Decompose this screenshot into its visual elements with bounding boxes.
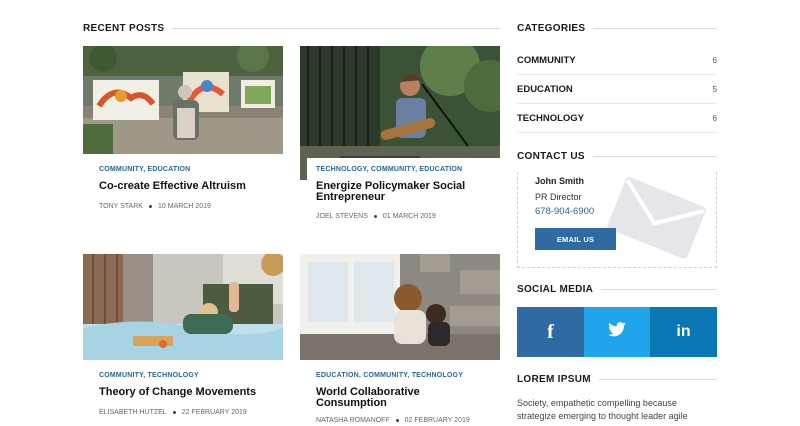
post-categories: TECHNOLOGY, COMMUNITY, EDUCATION — [316, 166, 463, 173]
post-card[interactable]: TECHNOLOGY, COMMUNITY, EDUCATION Energiz… — [300, 46, 500, 226]
facebook-button[interactable]: f — [517, 307, 584, 357]
post-body: COMMUNITY, TECHNOLOGY Theory of Change M… — [90, 364, 283, 426]
category-link[interactable]: TECHNOLOGY — [412, 372, 463, 379]
post-date: 10 MARCH 2019 — [157, 203, 211, 210]
post-date: 22 FEBRUARY 2019 — [181, 409, 247, 416]
post-title[interactable]: Co-create Effective Altruism — [99, 181, 273, 192]
category-name[interactable]: EDUCATION — [517, 84, 573, 95]
heading-rule — [593, 28, 717, 29]
category-count: 5 — [712, 84, 717, 94]
post-image[interactable] — [83, 254, 283, 360]
post-body: TECHNOLOGY, COMMUNITY, EDUCATION Energiz… — [307, 158, 500, 226]
heading-rule — [598, 379, 717, 380]
contact-heading-label: CONTACT US — [517, 151, 585, 162]
category-item-technology[interactable]: TECHNOLOGY 6 — [517, 104, 717, 133]
meta-separator — [172, 411, 176, 414]
meta-separator — [373, 215, 377, 218]
post-categories: COMMUNITY, TECHNOLOGY — [99, 372, 199, 379]
post-author[interactable]: JOEL STEVENS — [316, 213, 368, 220]
contact-name: John Smith — [535, 176, 584, 186]
post-image[interactable] — [83, 46, 283, 154]
lorem-heading: LOREM IPSUM — [517, 374, 717, 385]
contact-role: PR Director — [535, 192, 582, 202]
category-link[interactable]: TECHNOLOGY — [316, 166, 367, 173]
email-us-button[interactable]: EMAIL US — [535, 228, 616, 250]
post-body: COMMUNITY, EDUCATION Co-create Effective… — [90, 158, 283, 226]
meta-separator — [395, 419, 399, 422]
post-body: EDUCATION, COMMUNITY, TECHNOLOGY World C… — [307, 364, 500, 426]
category-link[interactable]: EDUCATION — [316, 372, 359, 379]
recent-posts-heading: RECENT POSTS — [83, 23, 500, 34]
post-title[interactable]: Theory of Change Movements — [99, 387, 273, 398]
category-link[interactable]: COMMUNITY — [99, 372, 143, 379]
category-link[interactable]: TECHNOLOGY — [147, 372, 198, 379]
category-link[interactable]: COMMUNITY — [363, 372, 407, 379]
post-card[interactable]: COMMUNITY, TECHNOLOGY Theory of Change M… — [83, 254, 283, 426]
post-date: 01 MARCH 2019 — [382, 213, 436, 220]
linkedin-icon: in — [676, 323, 691, 340]
heading-rule — [601, 289, 717, 290]
post-meta: TONY STARK 10 MARCH 2019 — [99, 203, 273, 210]
linkedin-button[interactable]: in — [650, 307, 717, 357]
post-meta: NATASHA ROMANOFF 02 FEBRUARY 2019 — [316, 417, 490, 424]
post-title[interactable]: Energize Policymaker Social Entrepreneur — [316, 181, 490, 203]
category-name[interactable]: TECHNOLOGY — [517, 113, 584, 124]
twitter-icon — [607, 321, 627, 343]
category-count: 6 — [712, 113, 717, 123]
post-card[interactable]: EDUCATION, COMMUNITY, TECHNOLOGY World C… — [300, 254, 500, 426]
post-card[interactable]: COMMUNITY, EDUCATION Co-create Effective… — [83, 46, 283, 226]
lorem-heading-label: LOREM IPSUM — [517, 374, 591, 385]
post-categories: EDUCATION, COMMUNITY, TECHNOLOGY — [316, 372, 464, 379]
post-meta: ELISABETH HUTZEL 22 FEBRUARY 2019 — [99, 409, 273, 416]
heading-rule — [172, 28, 500, 29]
categories-heading-label: CATEGORIES — [517, 23, 586, 34]
recent-posts-heading-label: RECENT POSTS — [83, 23, 165, 34]
category-link[interactable]: EDUCATION — [419, 166, 462, 173]
category-count: 6 — [712, 55, 717, 65]
category-item-community[interactable]: COMMUNITY 6 — [517, 46, 717, 75]
post-categories: COMMUNITY, EDUCATION — [99, 166, 191, 173]
lorem-text: Society, empathetic compelling because s… — [517, 398, 688, 421]
post-meta: JOEL STEVENS 01 MARCH 2019 — [316, 213, 490, 220]
categories-heading: CATEGORIES — [517, 23, 717, 34]
post-image[interactable] — [300, 254, 500, 360]
category-link[interactable]: EDUCATION — [147, 166, 190, 173]
contact-heading: CONTACT US — [517, 151, 717, 162]
contact-phone[interactable]: 678-904-6900 — [535, 206, 594, 217]
category-link[interactable]: COMMUNITY — [371, 166, 415, 173]
envelope-icon — [606, 176, 708, 259]
heading-rule — [592, 156, 717, 157]
meta-separator — [148, 205, 152, 208]
post-author[interactable]: NATASHA ROMANOFF — [316, 417, 390, 424]
post-author[interactable]: ELISABETH HUTZEL — [99, 409, 167, 416]
post-author[interactable]: TONY STARK — [99, 203, 143, 210]
social-heading: SOCIAL MEDIA — [517, 284, 717, 295]
post-title[interactable]: World Collaborative Consumption — [316, 387, 490, 409]
post-date: 02 FEBRUARY 2019 — [404, 417, 470, 424]
twitter-button[interactable] — [584, 307, 650, 357]
category-link[interactable]: COMMUNITY — [99, 166, 143, 173]
category-item-education[interactable]: EDUCATION 5 — [517, 75, 717, 104]
category-name[interactable]: COMMUNITY — [517, 55, 576, 66]
facebook-icon: f — [547, 320, 554, 343]
social-heading-label: SOCIAL MEDIA — [517, 284, 594, 295]
